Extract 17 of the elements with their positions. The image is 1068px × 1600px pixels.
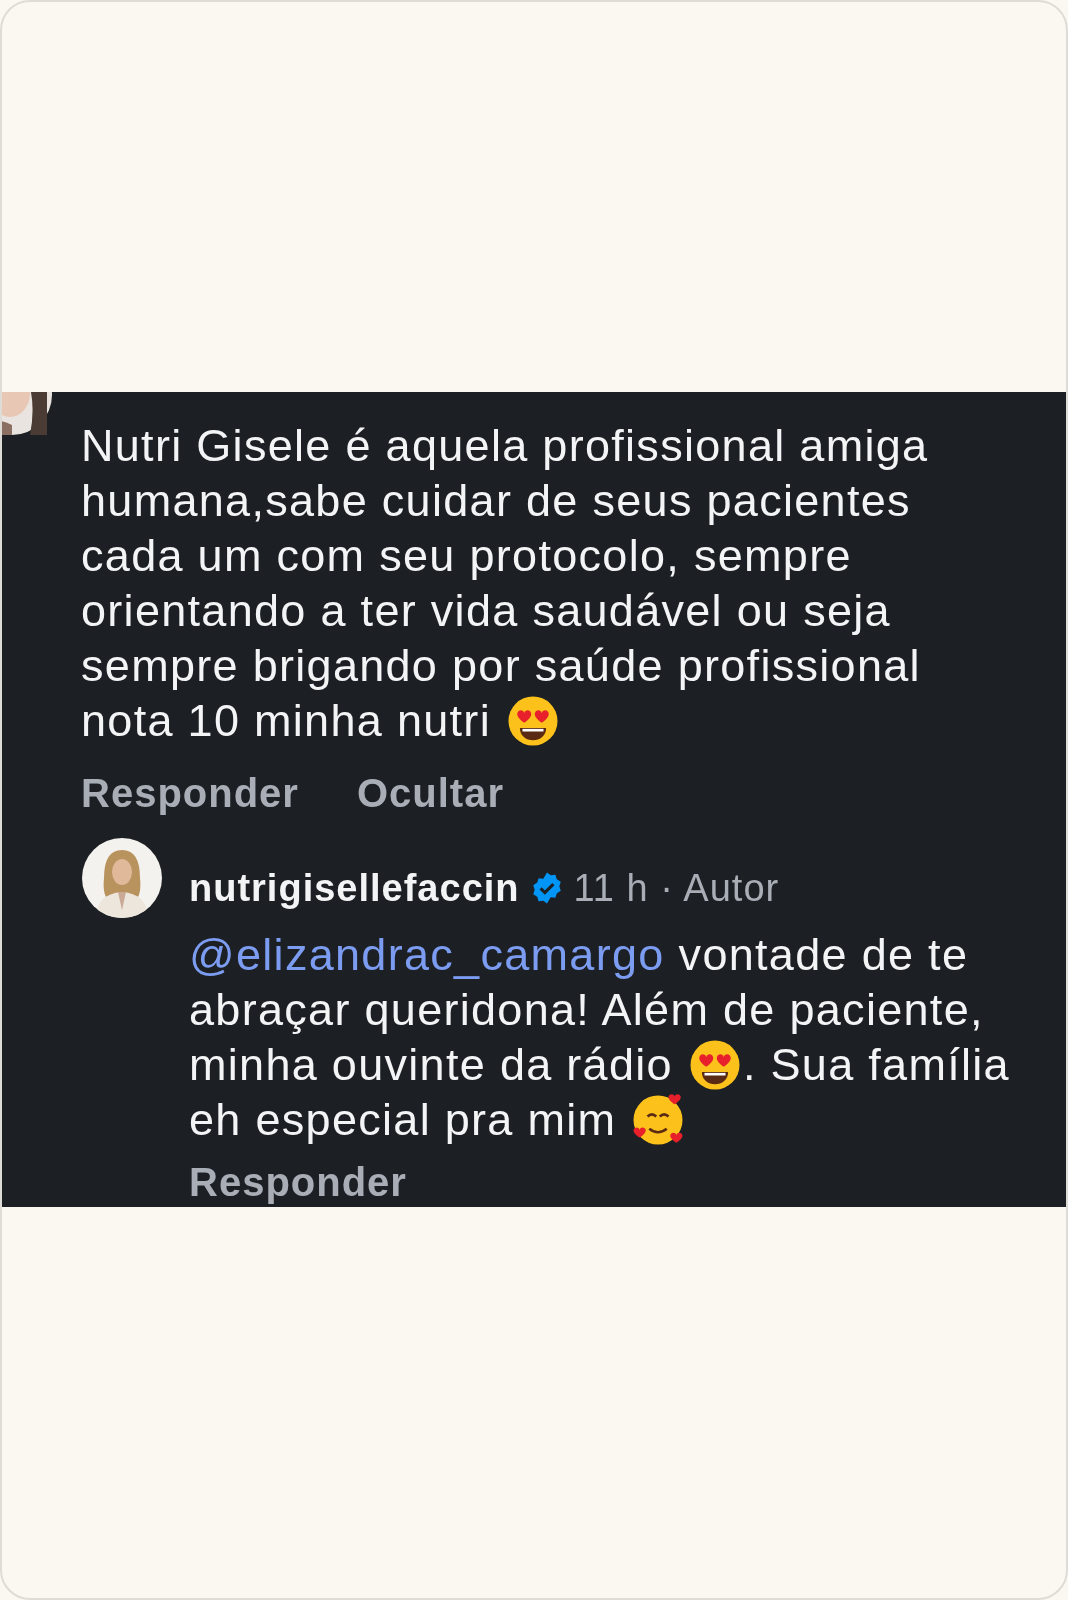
comment-text: humana,sabe cuidar de seus pacientes (81, 474, 911, 528)
comment-text: vontade de te (678, 928, 969, 982)
comment-text: nota 10 minha nutri (81, 694, 491, 748)
comment-text: eh especial pra mim (189, 1093, 617, 1147)
comment-text: sempre brigando por saúde profissional (81, 639, 921, 693)
mention-link[interactable]: @elizandrac_camargo (189, 927, 665, 982)
timestamp: 11 h · Autor (573, 866, 780, 910)
comment-text: minha ouvinte da rádio (189, 1038, 673, 1092)
comment-text: . Sua família (742, 1038, 1010, 1092)
comment-text: Nutri Gisele é aquela profissional amiga (81, 419, 929, 473)
comment-text: abraçar queridona! Além de paciente, (189, 983, 984, 1037)
reply-button[interactable]: Responder (189, 1157, 407, 1207)
comment-text: orientando a ter vida saudável ou seja (81, 584, 891, 638)
username[interactable]: nutrigisellefaccin (189, 863, 520, 913)
reply-button[interactable]: Responder (81, 768, 299, 818)
comment-text: cada um com seu protocolo, sempre (81, 529, 852, 583)
hide-button[interactable]: Ocultar (356, 768, 504, 818)
